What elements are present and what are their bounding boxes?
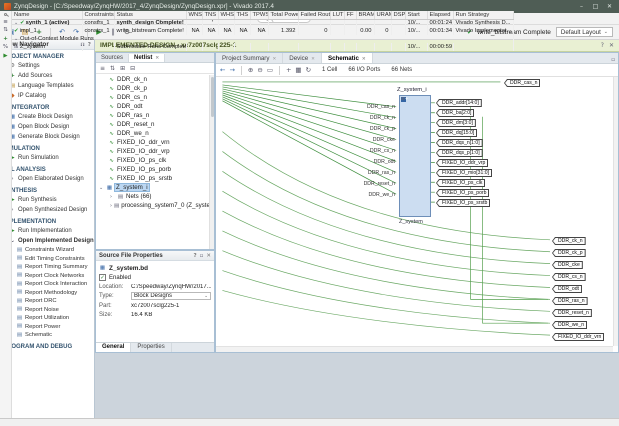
cell [250,43,268,51]
filter-icon[interactable] [3,19,8,25]
cell: NA [186,27,202,35]
sort-icon[interactable] [3,27,8,33]
cell: 0 [374,27,391,35]
search-icon[interactable] [4,13,7,16]
cell [374,43,391,51]
play-icon[interactable] [3,53,7,59]
cell: 00:00:59 [427,43,453,51]
add-icon[interactable] [3,36,8,42]
cell [234,43,250,51]
cell [391,19,405,27]
column-header[interactable]: WHS [218,11,234,19]
column-header[interactable]: Total Power [268,11,298,19]
design-runs-table: NameConstraintsStatusWNSTNSWHSTHSTPWSTot… [12,11,514,51]
cell: NA [250,27,268,35]
cell [234,19,250,27]
run-name: Z_system [20,44,45,50]
column-header[interactable]: THS [234,11,250,19]
cell: constrs_1 [82,27,114,35]
cell: Submodule Runs Complete [114,43,186,51]
cell [250,19,268,27]
cell [202,43,218,51]
group-name: Out-of-Context Module Runs [20,36,94,42]
column-header[interactable]: DSP [391,11,405,19]
run-row[interactable]: impl_1 constrs_1 write_bitstream Complet… [12,27,513,35]
column-header[interactable]: URAM [374,11,391,19]
cell: 10/... [405,19,427,27]
cell: NA [218,27,234,35]
cell [268,19,298,27]
run-name: synth_1 (active) [26,20,70,26]
design-runs-table-area: NameConstraintsStatusWNSTNSWHSTHSTPWSTot… [12,11,619,419]
column-header[interactable]: Run Strategy [453,11,513,19]
cell [391,43,405,51]
cell: Vivado Implementat... [453,27,513,35]
window-title: ZynqDesign - [C:/Speedway/ZynqHW/2017_4/… [14,3,573,10]
group-name-cell: Out-of-Context Module Runs [12,35,513,43]
cell [330,43,344,51]
cell [330,19,344,27]
cell [218,43,234,51]
cell [186,43,202,51]
cell: 00:01:34 [427,27,453,35]
cell: 0 [298,27,330,35]
cell [344,43,356,51]
cell [356,43,374,51]
success-icon [20,20,25,26]
cell [374,19,391,27]
cell [344,19,356,27]
column-header[interactable]: LUT [330,11,344,19]
column-header[interactable]: BRAMs [356,11,374,19]
run-name-cell: Z_system [12,43,82,51]
column-header[interactable]: TPWS [250,11,268,19]
close-icon[interactable] [604,3,615,10]
cell [82,43,114,51]
cell [298,43,330,51]
cell [356,19,374,27]
cell: 10/... [405,43,427,51]
cell: Vivado Synthesis D... [453,19,513,27]
column-header[interactable]: Elapsed [427,11,453,19]
status-bar [0,418,619,426]
run-name-cell: impl_1 [12,27,82,35]
cell: NA [234,27,250,35]
run-group-row[interactable]: Out-of-Context Module Runs [12,35,513,43]
column-header[interactable]: Name [12,11,82,19]
cell [453,43,513,51]
cell: 00:01:24 [427,19,453,27]
cell: synth_design Complete! [114,19,186,27]
cell: 1.392 [268,27,298,35]
cell [298,19,330,27]
cell: write_bitstream Complete! [114,27,186,35]
cell [202,19,218,27]
cell: 10/... [405,27,427,35]
run-name: impl_1 [20,28,37,34]
cell [218,19,234,27]
run-row[interactable]: synth_1 (active) constrs_1 synth_design … [12,19,513,27]
column-header[interactable]: TNS [202,11,218,19]
success-icon [14,28,19,34]
cell [391,27,405,35]
cell: NA [202,27,218,35]
column-header[interactable]: FF [344,11,356,19]
cell [268,43,298,51]
column-header[interactable]: Start [405,11,427,19]
percent-icon[interactable] [3,44,8,50]
vivado-logo-icon [4,3,11,10]
run-row[interactable]: Z_system Submodule Runs Complete 10/. [12,43,513,51]
column-header[interactable]: Constraints [82,11,114,19]
cell [344,27,356,35]
column-header[interactable]: Failed Routes [298,11,330,19]
cell [186,19,202,27]
cell: constrs_1 [82,19,114,27]
run-name-cell: synth_1 (active) [12,19,82,27]
design-runs-toolbar [0,11,12,425]
cell: 0.00 [356,27,374,35]
minimize-icon[interactable] [576,3,587,10]
column-header[interactable]: Status [114,11,186,19]
cell [330,27,344,35]
column-header[interactable]: WNS [186,11,202,19]
maximize-icon[interactable] [590,3,601,10]
